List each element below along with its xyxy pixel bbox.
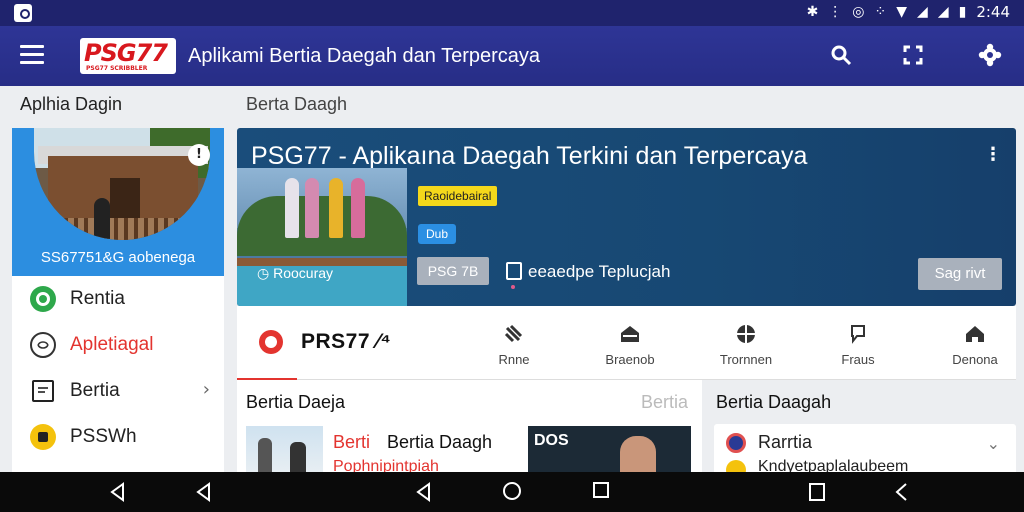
sidebar-item-rentia[interactable]: Rentia	[12, 276, 224, 322]
satellite-icon	[503, 324, 525, 344]
home-outline-icon	[964, 324, 986, 344]
app-title: Aplikami Bertia Daegah dan Terpercaya	[188, 45, 541, 67]
category-braenob[interactable]: Braenob	[590, 320, 670, 370]
hero-tag-yellow: Raoidebairal	[418, 186, 498, 206]
section-more-link[interactable]: Bertia	[641, 392, 688, 413]
clock-icon: ◷	[257, 265, 270, 281]
vibrate-icon: ⋮	[828, 4, 843, 20]
status-icons: ✱ ⋮ ◎ ⁘ ▼ ◢ ◢ ▮ 2:44	[807, 3, 1010, 21]
hero-caption: ◷ Roocuray	[257, 265, 334, 281]
app-badge-icon	[30, 424, 56, 450]
sidebar-item-bertia[interactable]: Bertia ›	[12, 368, 224, 414]
sidebar-item-label: Bertia	[70, 380, 120, 401]
profile-badge[interactable]: !	[188, 144, 210, 166]
category-denona[interactable]: Denona	[935, 320, 1015, 370]
logo-text: PSG77	[84, 39, 168, 67]
breadcrumb: Berta Daagh	[246, 94, 348, 114]
fullscreen-icon[interactable]	[898, 40, 928, 70]
settings-icon[interactable]	[975, 40, 1005, 70]
document-icon	[32, 380, 54, 402]
world-outline-icon	[30, 332, 56, 358]
app-bar: PSG77 PSG77 SCRIBBLER Aplikami Bertia Da…	[0, 26, 1024, 86]
bluetooth-icon: ✱	[806, 4, 819, 20]
hero-tag-blue: Dub	[418, 224, 457, 244]
news-headline-prefix[interactable]: Berti	[333, 432, 370, 453]
wifi-icon: ▼	[896, 4, 908, 20]
sidebar-item-psswh[interactable]: PSSWh	[12, 414, 224, 460]
back-icon[interactable]	[892, 482, 914, 502]
more-options-icon[interactable]: ⋮	[984, 144, 1002, 165]
hero-meta: eeaedpe Teplucjah	[528, 262, 671, 281]
category-fraus[interactable]: Fraus	[818, 320, 898, 370]
list-item-label: Rarrtia	[758, 432, 813, 452]
chevron-down-icon[interactable]: ⌄	[987, 434, 1000, 453]
profile-photo	[34, 128, 210, 240]
home-icon	[619, 324, 641, 344]
category-rnne[interactable]: Rnne	[474, 320, 554, 370]
ball-icon	[735, 324, 757, 344]
hero-title: PSG77 - Aplikaına Daegah Terkini dan Ter…	[251, 142, 808, 170]
profile-name: SS67751&G aobenega	[40, 249, 196, 266]
status-bar: ✱ ⋮ ◎ ⁘ ▼ ◢ ◢ ▮ 2:44	[0, 0, 1024, 26]
category-logo-label[interactable]: PRS77 ⁄⁴	[301, 330, 391, 354]
news-thumbnail[interactable]	[246, 426, 323, 472]
menu-icon[interactable]	[20, 45, 44, 67]
chat-icon	[847, 324, 869, 344]
sidebar-nav: Rentia Apletiagal Bertia › PSSWh	[12, 276, 224, 472]
profile-card[interactable]: ! SS67751&G aobenega	[12, 128, 224, 276]
sidebar-item-label: Rentia	[70, 288, 125, 309]
battery-icon: ▮	[958, 4, 967, 20]
target-icon	[726, 433, 746, 453]
sync-icon: ◎	[852, 4, 865, 20]
indicator-dot	[511, 285, 515, 289]
calendar-icon	[506, 262, 522, 280]
hero-secondary-button[interactable]: PSG 7B	[417, 257, 489, 285]
recents-icon[interactable]	[593, 482, 615, 502]
status-time: 2:44	[976, 3, 1010, 21]
chevron-right-icon: ›	[202, 379, 210, 400]
section-title: Bertia Daeja	[246, 392, 346, 412]
app-logo[interactable]: PSG77 PSG77 SCRIBBLER	[80, 38, 176, 74]
notification-icon	[14, 4, 32, 22]
category-bar: PRS77 ⁄⁴ Rnne Braenob Trornnen Fraus Den…	[237, 306, 1016, 380]
back-icon[interactable]	[194, 482, 216, 502]
search-icon[interactable]	[826, 40, 856, 70]
recents-icon[interactable]	[807, 482, 829, 502]
news-thumbnail[interactable]: DOS	[528, 426, 691, 472]
news-section-right: Bertia Daagah Rarrtia ⌄ Kndyetpaplalaube…	[702, 380, 1016, 480]
hero-cta-button[interactable]: Sag rivt	[918, 258, 1002, 290]
sidebar: Aplhia Dagin ! SS67751&G aobenega Rentia…	[0, 86, 226, 472]
category-trornnen[interactable]: Trornnen	[706, 320, 786, 370]
sidebar-item-label: PSSWh	[70, 426, 137, 447]
hero-image: ◷ Roocuray	[237, 168, 407, 306]
back-icon[interactable]	[108, 482, 130, 502]
sidebar-header: Aplhia Dagin	[20, 94, 123, 114]
news-headline[interactable]: Bertia Daagh	[387, 432, 492, 453]
system-nav-bar	[0, 472, 1024, 512]
home-circle-icon[interactable]	[503, 482, 525, 502]
sidebar-item-label: Apletiagal	[70, 334, 154, 355]
signal-icon: ◢	[937, 4, 949, 20]
dots-icon: ⁘	[874, 4, 887, 20]
globe-icon	[30, 286, 56, 312]
signal-icon: ◢	[917, 4, 928, 20]
logo-subtext: PSG77 SCRIBBLER	[86, 65, 148, 72]
psg-logo-icon[interactable]	[259, 330, 283, 354]
sidebar-item-apletiagal[interactable]: Apletiagal	[12, 322, 224, 368]
thumbnail-sign-text: DOS	[534, 432, 569, 449]
news-section-left: Bertia Daeja Bertia Berti Bertia Daagh P…	[237, 380, 702, 475]
list-item[interactable]: Rarrtia ⌄ Kndyetpaplalaubeem	[714, 424, 1016, 480]
back-icon[interactable]	[414, 482, 436, 502]
section-title: Bertia Daagah	[716, 392, 832, 412]
